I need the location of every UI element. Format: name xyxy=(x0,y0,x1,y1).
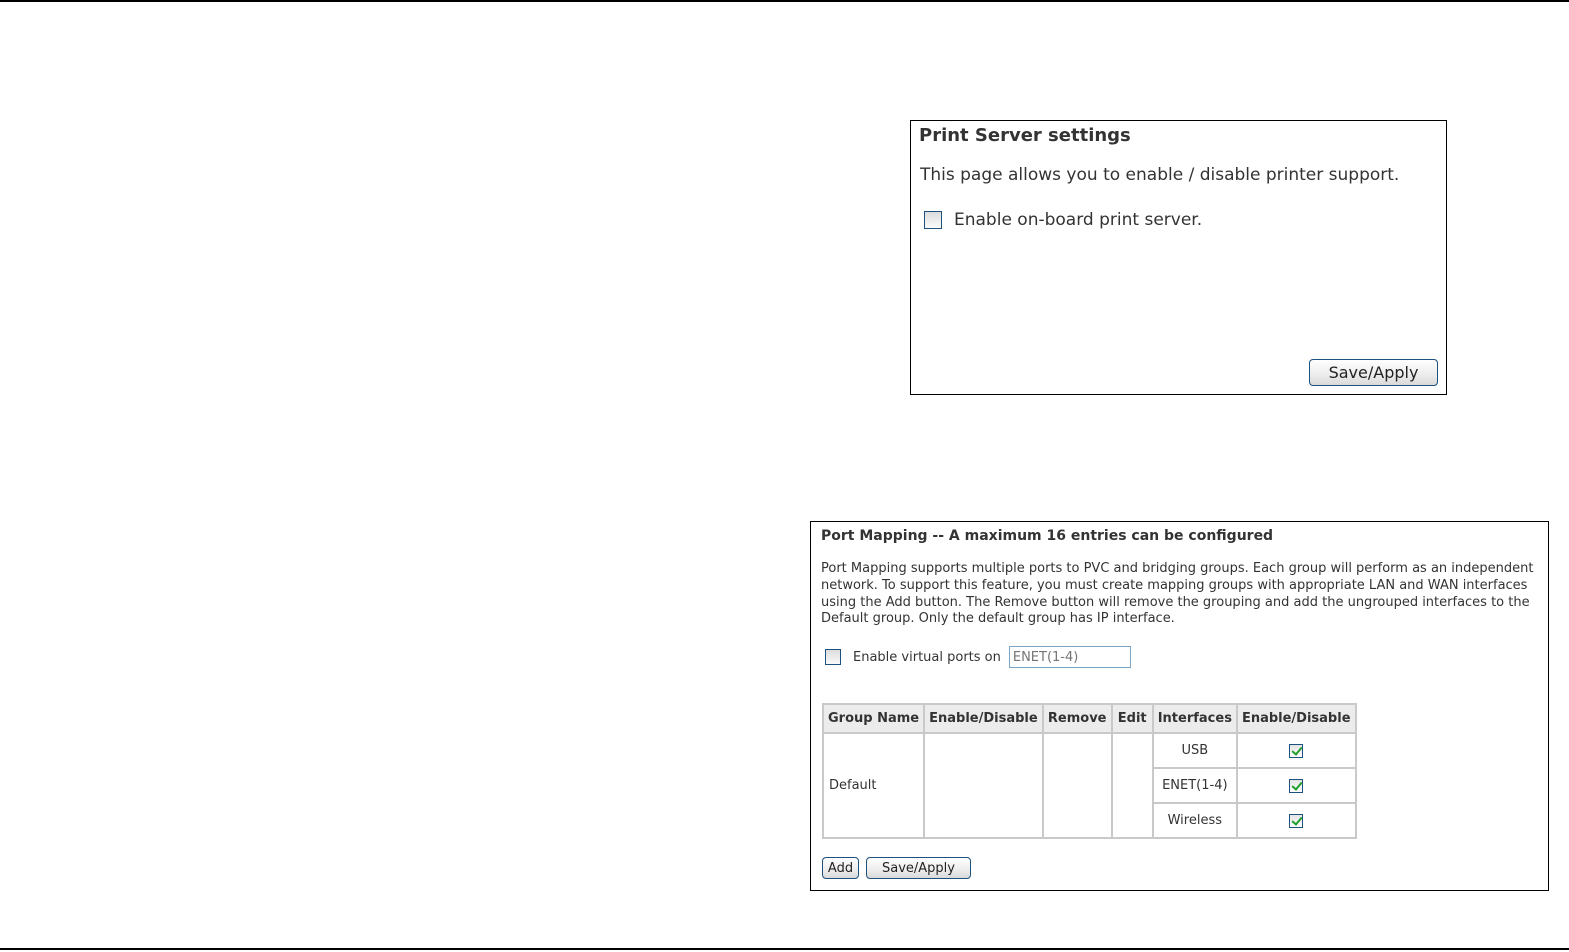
col-interfaces: Interfaces xyxy=(1151,703,1238,734)
enet-enabled-checkbox[interactable] xyxy=(1289,778,1304,793)
virtual-ports-label: Enable virtual ports on xyxy=(853,649,1001,665)
port-mapping-description: Port Mapping supports multiple ports to … xyxy=(821,561,1534,627)
add-button[interactable]: Add xyxy=(822,857,859,879)
interface-enable-cell xyxy=(1235,802,1357,839)
port-mapping-save-apply-button[interactable]: Save/Apply xyxy=(866,857,971,879)
group-enable-cell xyxy=(923,732,1044,839)
enable-virtual-ports-checkbox[interactable] xyxy=(825,649,841,665)
port-mapping-button-row: Add Save/Apply xyxy=(822,857,971,879)
print-server-save-apply-button[interactable]: Save/Apply xyxy=(1309,359,1438,386)
usb-enabled-checkbox[interactable] xyxy=(1289,743,1304,758)
top-rule xyxy=(0,0,1569,2)
wireless-enabled-checkbox[interactable] xyxy=(1289,813,1304,828)
col-remove: Remove xyxy=(1041,703,1113,734)
group-edit-cell xyxy=(1110,732,1154,839)
print-server-description: This page allows you to enable / disable… xyxy=(920,165,1400,185)
virtual-ports-row: Enable virtual ports on xyxy=(825,646,1131,668)
col-group-name: Group Name xyxy=(821,703,926,734)
interface-enable-cell xyxy=(1235,732,1357,769)
enable-print-server-label: Enable on-board print server. xyxy=(954,210,1203,230)
group-name-cell: Default xyxy=(821,732,926,839)
interface-name-cell: Wireless xyxy=(1151,802,1238,839)
port-mapping-table: Group Name Enable/Disable Remove Edit In… xyxy=(821,703,1357,839)
col-interface-enable-disable: Enable/Disable xyxy=(1235,703,1357,734)
print-server-panel: Print Server settings This page allows y… xyxy=(910,120,1447,395)
bottom-rule xyxy=(0,948,1569,950)
print-server-enable-row: Enable on-board print server. xyxy=(924,210,1202,230)
col-enable-disable: Enable/Disable xyxy=(923,703,1044,734)
interface-enable-cell xyxy=(1235,767,1357,804)
port-mapping-title: Port Mapping -- A maximum 16 entries can… xyxy=(821,528,1274,544)
table-row: Default USB xyxy=(821,732,1357,839)
group-remove-cell xyxy=(1041,732,1113,839)
virtual-ports-input[interactable] xyxy=(1008,646,1131,668)
interface-name-cell: ENET(1-4) xyxy=(1151,767,1238,804)
enable-print-server-checkbox[interactable] xyxy=(924,211,942,229)
col-edit: Edit xyxy=(1110,703,1154,734)
port-mapping-panel: Port Mapping -- A maximum 16 entries can… xyxy=(810,521,1549,891)
interface-name-cell: USB xyxy=(1151,732,1238,769)
table-header-row: Group Name Enable/Disable Remove Edit In… xyxy=(821,703,1357,734)
print-server-title: Print Server settings xyxy=(919,125,1131,146)
